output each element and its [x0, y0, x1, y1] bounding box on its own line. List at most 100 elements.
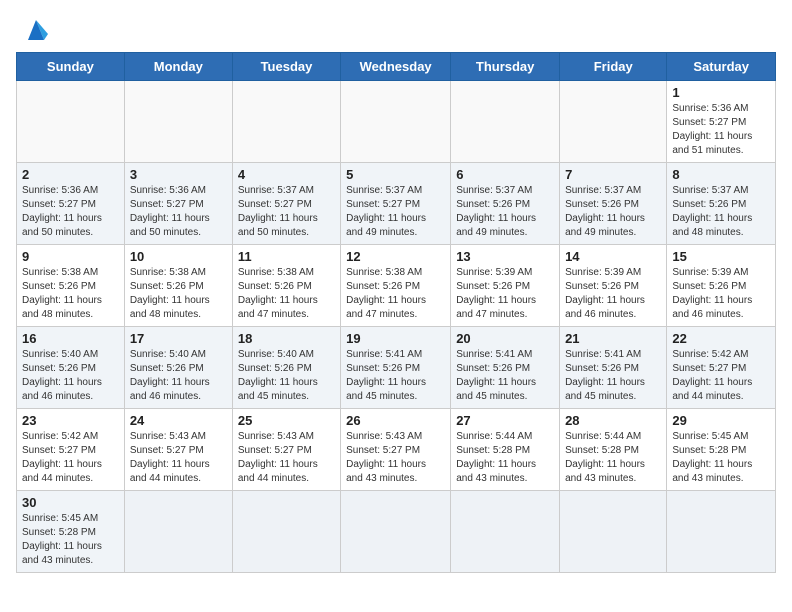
day-info: Sunrise: 5:37 AM Sunset: 5:27 PM Dayligh…: [346, 184, 445, 240]
calendar-row-4: 16 Sunrise: 5:40 AM Sunset: 5:26 PM Dayli…: [17, 327, 776, 409]
calendar-cell: 1Sunrise: 5:36 AM Sunset: 5:27 PM Daylig…: [667, 81, 776, 163]
calendar-cell: 15 Sunrise: 5:39 AM Sunset: 5:26 PM Dayli…: [667, 245, 776, 327]
calendar-cell: [17, 81, 125, 163]
day-info: Sunrise: 5:37 AM Sunset: 5:27 PM Dayligh…: [238, 184, 335, 240]
calendar-cell: [124, 81, 232, 163]
day-info: Sunrise: 5:39 AM Sunset: 5:26 PM Dayligh…: [672, 266, 770, 322]
calendar-cell: 23Sunrise: 5:42 AM Sunset: 5:27 PM Dayli…: [17, 409, 125, 491]
calendar-cell: 29 Sunrise: 5:45 AM Sunset: 5:28 PM Dayli…: [667, 409, 776, 491]
day-number: 9: [22, 249, 119, 264]
day-number: 11: [238, 249, 335, 264]
day-info: Sunrise: 5:45 AM Sunset: 5:28 PM Dayligh…: [22, 512, 119, 568]
calendar-cell: 14 Sunrise: 5:39 AM Sunset: 5:26 PM Dayli…: [560, 245, 667, 327]
logo-icon: [20, 16, 52, 44]
day-info: Sunrise: 5:40 AM Sunset: 5:26 PM Dayligh…: [22, 348, 119, 404]
calendar-cell: 6Sunrise: 5:37 AM Sunset: 5:26 PM Daylig…: [451, 163, 560, 245]
day-number: 21: [565, 331, 661, 346]
day-info: Sunrise: 5:39 AM Sunset: 5:26 PM Dayligh…: [456, 266, 554, 322]
day-info: Sunrise: 5:38 AM Sunset: 5:26 PM Dayligh…: [22, 266, 119, 322]
calendar-row-1: 1Sunrise: 5:36 AM Sunset: 5:27 PM Daylig…: [17, 81, 776, 163]
calendar-cell: [560, 81, 667, 163]
calendar-cell: 20Sunrise: 5:41 AM Sunset: 5:26 PM Dayli…: [451, 327, 560, 409]
calendar-cell: 5 Sunrise: 5:37 AM Sunset: 5:27 PM Daylig…: [341, 163, 451, 245]
day-number: 24: [130, 413, 227, 428]
calendar-cell: [451, 491, 560, 573]
calendar-cell: 28Sunrise: 5:44 AM Sunset: 5:28 PM Dayli…: [560, 409, 667, 491]
day-number: 16: [22, 331, 119, 346]
calendar-cell: 16 Sunrise: 5:40 AM Sunset: 5:26 PM Dayli…: [17, 327, 125, 409]
calendar-cell: 19 Sunrise: 5:41 AM Sunset: 5:26 PM Dayli…: [341, 327, 451, 409]
day-info: Sunrise: 5:44 AM Sunset: 5:28 PM Dayligh…: [456, 430, 554, 486]
day-number: 26: [346, 413, 445, 428]
day-number: 15: [672, 249, 770, 264]
day-info: Sunrise: 5:43 AM Sunset: 5:27 PM Dayligh…: [238, 430, 335, 486]
day-number: 30: [22, 495, 119, 510]
calendar-cell: 12Sunrise: 5:38 AM Sunset: 5:26 PM Dayli…: [341, 245, 451, 327]
day-number: 18: [238, 331, 335, 346]
calendar-cell: [124, 491, 232, 573]
day-number: 28: [565, 413, 661, 428]
day-number: 22: [672, 331, 770, 346]
day-number: 14: [565, 249, 661, 264]
day-number: 20: [456, 331, 554, 346]
calendar-cell: 21 Sunrise: 5:41 AM Sunset: 5:26 PM Dayli…: [560, 327, 667, 409]
calendar: SundayMondayTuesdayWednesdayThursdayFrid…: [16, 52, 776, 573]
day-number: 10: [130, 249, 227, 264]
day-info: Sunrise: 5:40 AM Sunset: 5:26 PM Dayligh…: [130, 348, 227, 404]
calendar-cell: [451, 81, 560, 163]
day-info: Sunrise: 5:38 AM Sunset: 5:26 PM Dayligh…: [238, 266, 335, 322]
day-number: 4: [238, 167, 335, 182]
weekday-header-monday: Monday: [124, 53, 232, 81]
day-info: Sunrise: 5:43 AM Sunset: 5:27 PM Dayligh…: [130, 430, 227, 486]
day-info: Sunrise: 5:37 AM Sunset: 5:26 PM Dayligh…: [672, 184, 770, 240]
day-number: 17: [130, 331, 227, 346]
calendar-cell: [232, 491, 340, 573]
weekday-header-sunday: Sunday: [17, 53, 125, 81]
calendar-cell: 27 Sunrise: 5:44 AM Sunset: 5:28 PM Dayli…: [451, 409, 560, 491]
calendar-cell: 22 Sunrise: 5:42 AM Sunset: 5:27 PM Dayli…: [667, 327, 776, 409]
day-number: 27: [456, 413, 554, 428]
weekday-header-thursday: Thursday: [451, 53, 560, 81]
weekday-header-tuesday: Tuesday: [232, 53, 340, 81]
day-number: 3: [130, 167, 227, 182]
calendar-cell: 18 Sunrise: 5:40 AM Sunset: 5:26 PM Dayli…: [232, 327, 340, 409]
calendar-row-5: 23Sunrise: 5:42 AM Sunset: 5:27 PM Dayli…: [17, 409, 776, 491]
day-info: Sunrise: 5:37 AM Sunset: 5:26 PM Dayligh…: [565, 184, 661, 240]
day-number: 19: [346, 331, 445, 346]
calendar-cell: 7Sunrise: 5:37 AM Sunset: 5:26 PM Daylig…: [560, 163, 667, 245]
day-info: Sunrise: 5:36 AM Sunset: 5:27 PM Dayligh…: [130, 184, 227, 240]
weekday-header-friday: Friday: [560, 53, 667, 81]
day-info: Sunrise: 5:42 AM Sunset: 5:27 PM Dayligh…: [672, 348, 770, 404]
calendar-cell: 2Sunrise: 5:36 AM Sunset: 5:27 PM Daylig…: [17, 163, 125, 245]
day-info: Sunrise: 5:36 AM Sunset: 5:27 PM Dayligh…: [22, 184, 119, 240]
weekday-header-wednesday: Wednesday: [341, 53, 451, 81]
calendar-cell: 8 Sunrise: 5:37 AM Sunset: 5:26 PM Daylig…: [667, 163, 776, 245]
day-info: Sunrise: 5:43 AM Sunset: 5:27 PM Dayligh…: [346, 430, 445, 486]
calendar-cell: 3 Sunrise: 5:36 AM Sunset: 5:27 PM Daylig…: [124, 163, 232, 245]
calendar-row-3: 9 Sunrise: 5:38 AM Sunset: 5:26 PM Daylig…: [17, 245, 776, 327]
calendar-cell: [560, 491, 667, 573]
calendar-cell: 25 Sunrise: 5:43 AM Sunset: 5:27 PM Dayli…: [232, 409, 340, 491]
day-number: 5: [346, 167, 445, 182]
day-number: 25: [238, 413, 335, 428]
weekday-header-row: SundayMondayTuesdayWednesdayThursdayFrid…: [17, 53, 776, 81]
logo-area: [16, 16, 52, 44]
calendar-cell: [667, 491, 776, 573]
day-number: 6: [456, 167, 554, 182]
calendar-row-6: 30 Sunrise: 5:45 AM Sunset: 5:28 PM Dayli…: [17, 491, 776, 573]
day-info: Sunrise: 5:39 AM Sunset: 5:26 PM Dayligh…: [565, 266, 661, 322]
day-info: Sunrise: 5:41 AM Sunset: 5:26 PM Dayligh…: [565, 348, 661, 404]
calendar-cell: 17 Sunrise: 5:40 AM Sunset: 5:26 PM Dayli…: [124, 327, 232, 409]
day-info: Sunrise: 5:40 AM Sunset: 5:26 PM Dayligh…: [238, 348, 335, 404]
day-number: 8: [672, 167, 770, 182]
day-info: Sunrise: 5:45 AM Sunset: 5:28 PM Dayligh…: [672, 430, 770, 486]
calendar-cell: 10 Sunrise: 5:38 AM Sunset: 5:26 PM Dayli…: [124, 245, 232, 327]
weekday-header-saturday: Saturday: [667, 53, 776, 81]
calendar-cell: [341, 81, 451, 163]
calendar-cell: 13Sunrise: 5:39 AM Sunset: 5:26 PM Dayli…: [451, 245, 560, 327]
calendar-row-2: 2Sunrise: 5:36 AM Sunset: 5:27 PM Daylig…: [17, 163, 776, 245]
day-info: Sunrise: 5:38 AM Sunset: 5:26 PM Dayligh…: [130, 266, 227, 322]
calendar-cell: 26 Sunrise: 5:43 AM Sunset: 5:27 PM Dayli…: [341, 409, 451, 491]
day-number: 29: [672, 413, 770, 428]
day-info: Sunrise: 5:41 AM Sunset: 5:26 PM Dayligh…: [346, 348, 445, 404]
